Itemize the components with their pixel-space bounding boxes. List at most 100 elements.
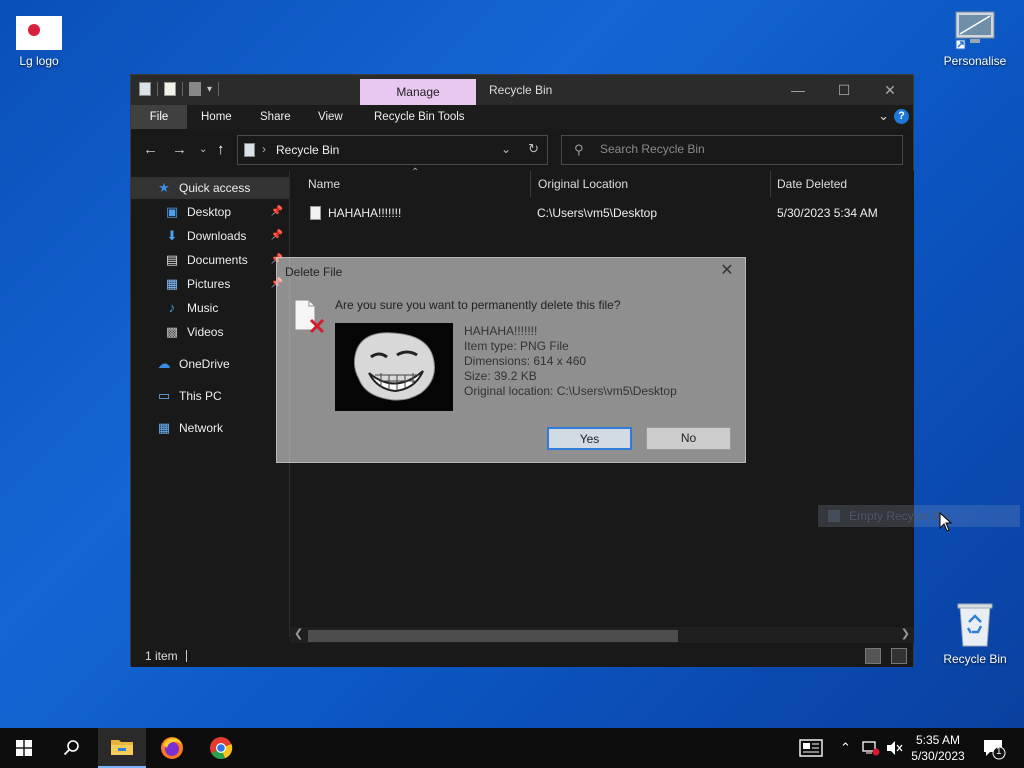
refresh-icon[interactable]: ↻ bbox=[528, 141, 539, 157]
taskbar-chrome[interactable] bbox=[197, 728, 245, 768]
notification-count-badge: 1 bbox=[996, 746, 1002, 757]
detail-size: Size: 39.2 KB bbox=[464, 369, 537, 383]
minimize-button[interactable]: — bbox=[775, 75, 821, 105]
scroll-right-icon[interactable]: ❯ bbox=[901, 627, 910, 640]
desktop-icon-lg-logo[interactable]: Lg logo bbox=[2, 16, 76, 68]
up-button[interactable]: ↑ bbox=[217, 141, 225, 158]
recycle-bin-icon bbox=[954, 602, 996, 648]
taskbar-file-explorer[interactable] bbox=[98, 728, 146, 768]
horizontal-scrollbar[interactable]: ❮ ❯ bbox=[290, 627, 914, 643]
search-box[interactable]: ⚲ bbox=[561, 135, 903, 165]
close-button[interactable]: ✕ bbox=[867, 75, 913, 105]
back-button[interactable]: ← bbox=[143, 141, 158, 158]
maximize-button[interactable]: ☐ bbox=[821, 75, 867, 105]
start-button[interactable] bbox=[0, 728, 48, 768]
desktop-folder-icon: ▣ bbox=[165, 204, 179, 219]
sidebar-item-quick-access[interactable]: ★ Quick access bbox=[131, 177, 289, 199]
tab-view[interactable]: View bbox=[306, 105, 355, 129]
notification-center-icon[interactable] bbox=[982, 738, 1006, 763]
news-and-interests-icon[interactable] bbox=[799, 739, 823, 760]
sidebar-item-label: Pictures bbox=[187, 277, 231, 291]
quick-access-toolbar: ▾ bbox=[139, 82, 220, 96]
dialog-close-button[interactable]: ✕ bbox=[715, 260, 739, 282]
yes-button[interactable]: Yes bbox=[547, 427, 632, 450]
sidebar-item-label: OneDrive bbox=[179, 357, 230, 371]
image-file-icon bbox=[16, 16, 62, 50]
properties-icon[interactable] bbox=[164, 82, 176, 96]
detail-file-name: HAHAHA!!!!!!! bbox=[464, 324, 538, 338]
sidebar-item-downloads[interactable]: ⬇ Downloads 📌 bbox=[163, 225, 289, 247]
scrollbar-thumb[interactable] bbox=[308, 630, 678, 642]
expand-ribbon-icon[interactable]: ⌄ bbox=[878, 108, 889, 124]
tab-file[interactable]: File bbox=[131, 105, 187, 129]
forward-button[interactable]: → bbox=[172, 141, 187, 158]
volume-muted-icon[interactable] bbox=[886, 740, 904, 759]
file-name: HAHAHA!!!!!!! bbox=[328, 206, 402, 220]
dialog-question: Are you sure you want to permanently del… bbox=[335, 298, 621, 312]
file-original-location: C:\Users\vm5\Desktop bbox=[537, 206, 658, 220]
sidebar-item-music[interactable]: ♪ Music bbox=[163, 297, 289, 319]
sidebar-item-label: Videos bbox=[187, 325, 224, 339]
delete-file-warning-icon bbox=[293, 298, 327, 334]
show-hidden-icons-chevron-icon[interactable]: ⌃ bbox=[840, 740, 851, 756]
sidebar-item-this-pc[interactable]: ▭ This PC bbox=[155, 385, 289, 407]
search-input[interactable] bbox=[600, 142, 880, 156]
sidebar-item-videos[interactable]: ▩ Videos bbox=[163, 321, 289, 343]
mouse-cursor-icon bbox=[939, 511, 953, 535]
window-controls: — ☐ ✕ bbox=[775, 75, 913, 105]
column-header-original-location[interactable]: Original Location bbox=[531, 171, 771, 197]
file-icon bbox=[310, 206, 321, 220]
sidebar-item-network[interactable]: ▦ Network bbox=[155, 417, 289, 439]
taskbar: ⌃ 5:35 AM 5/30/2023 1 bbox=[0, 728, 1024, 768]
pin-icon[interactable]: 📌 bbox=[271, 225, 283, 247]
item-count: 1 item bbox=[145, 649, 178, 663]
network-status-icon[interactable] bbox=[862, 740, 880, 759]
pin-icon[interactable]: 📌 bbox=[271, 201, 283, 223]
sidebar-item-onedrive[interactable]: ☁ OneDrive bbox=[155, 353, 289, 375]
help-icon[interactable]: ? bbox=[894, 109, 909, 124]
sidebar-item-label: Music bbox=[187, 301, 219, 315]
address-dropdown-icon[interactable]: ⌄ bbox=[501, 142, 511, 156]
customize-qat-icon[interactable]: ▾ bbox=[207, 84, 212, 95]
no-button[interactable]: No bbox=[646, 427, 731, 450]
tab-recycle-bin-tools[interactable]: Recycle Bin Tools bbox=[362, 105, 477, 129]
firefox-icon bbox=[161, 737, 183, 759]
context-menu-label: Empty Recycle Bin bbox=[849, 509, 950, 523]
sidebar-item-documents[interactable]: ▤ Documents 📌 bbox=[163, 249, 289, 271]
windows-logo-icon bbox=[16, 740, 32, 756]
breadcrumb[interactable]: Recycle Bin bbox=[276, 143, 339, 157]
new-folder-icon[interactable] bbox=[189, 82, 201, 96]
sidebar-item-label: Quick access bbox=[179, 181, 251, 195]
tab-share[interactable]: Share bbox=[248, 105, 303, 129]
delete-file-dialog: Delete File ✕ Are you sure you want to p… bbox=[276, 257, 746, 463]
table-row[interactable]: HAHAHA!!!!!!! C:\Users\vm5\Desktop 5/30/… bbox=[290, 201, 914, 225]
title-bar: ▾ Manage Recycle Bin — ☐ ✕ bbox=[131, 75, 913, 105]
details-view-icon[interactable] bbox=[865, 648, 881, 664]
manage-tab[interactable]: Manage bbox=[360, 79, 476, 105]
column-header-name[interactable]: Name bbox=[290, 171, 531, 197]
search-icon bbox=[63, 740, 79, 756]
desktop-icon-recycle-bin[interactable]: Recycle Bin bbox=[938, 602, 1012, 666]
taskbar-firefox[interactable] bbox=[148, 728, 196, 768]
detail-dimensions: Dimensions: 614 x 460 bbox=[464, 354, 587, 368]
tab-home[interactable]: Home bbox=[189, 105, 244, 129]
desktop-icon-personalise[interactable]: Personalise bbox=[938, 8, 1012, 68]
context-menu-item-empty-recycle-bin[interactable]: Empty Recycle Bin bbox=[818, 505, 1020, 527]
pictures-icon: ▦ bbox=[165, 276, 179, 291]
navigation-bar: ← → ⌄ ↑ › Recycle Bin ⌄ ↻ ⚲ bbox=[131, 129, 913, 171]
large-icons-view-icon[interactable] bbox=[891, 648, 907, 664]
sidebar-item-pictures[interactable]: ▦ Pictures 📌 bbox=[163, 273, 289, 295]
search-button[interactable] bbox=[48, 728, 96, 768]
column-header-date-deleted[interactable]: Date Deleted bbox=[771, 171, 914, 197]
toolbar-divider bbox=[218, 82, 220, 96]
file-details: HAHAHA!!!!!!! Item type: PNG File Dimens… bbox=[464, 324, 677, 399]
status-divider bbox=[186, 650, 187, 662]
recent-locations-button[interactable]: ⌄ bbox=[199, 144, 207, 155]
taskbar-clock[interactable]: 5:35 AM 5/30/2023 bbox=[906, 732, 970, 764]
document-icon: ▤ bbox=[165, 252, 179, 267]
ribbon-tabs: File Home Share View Recycle Bin Tools ⌄… bbox=[131, 105, 913, 129]
scroll-left-icon[interactable]: ❮ bbox=[294, 627, 303, 640]
sidebar-item-desktop[interactable]: ▣ Desktop 📌 bbox=[163, 201, 289, 223]
dialog-title: Delete File bbox=[285, 265, 343, 279]
address-bar[interactable]: › Recycle Bin ⌄ ↻ bbox=[237, 135, 548, 165]
